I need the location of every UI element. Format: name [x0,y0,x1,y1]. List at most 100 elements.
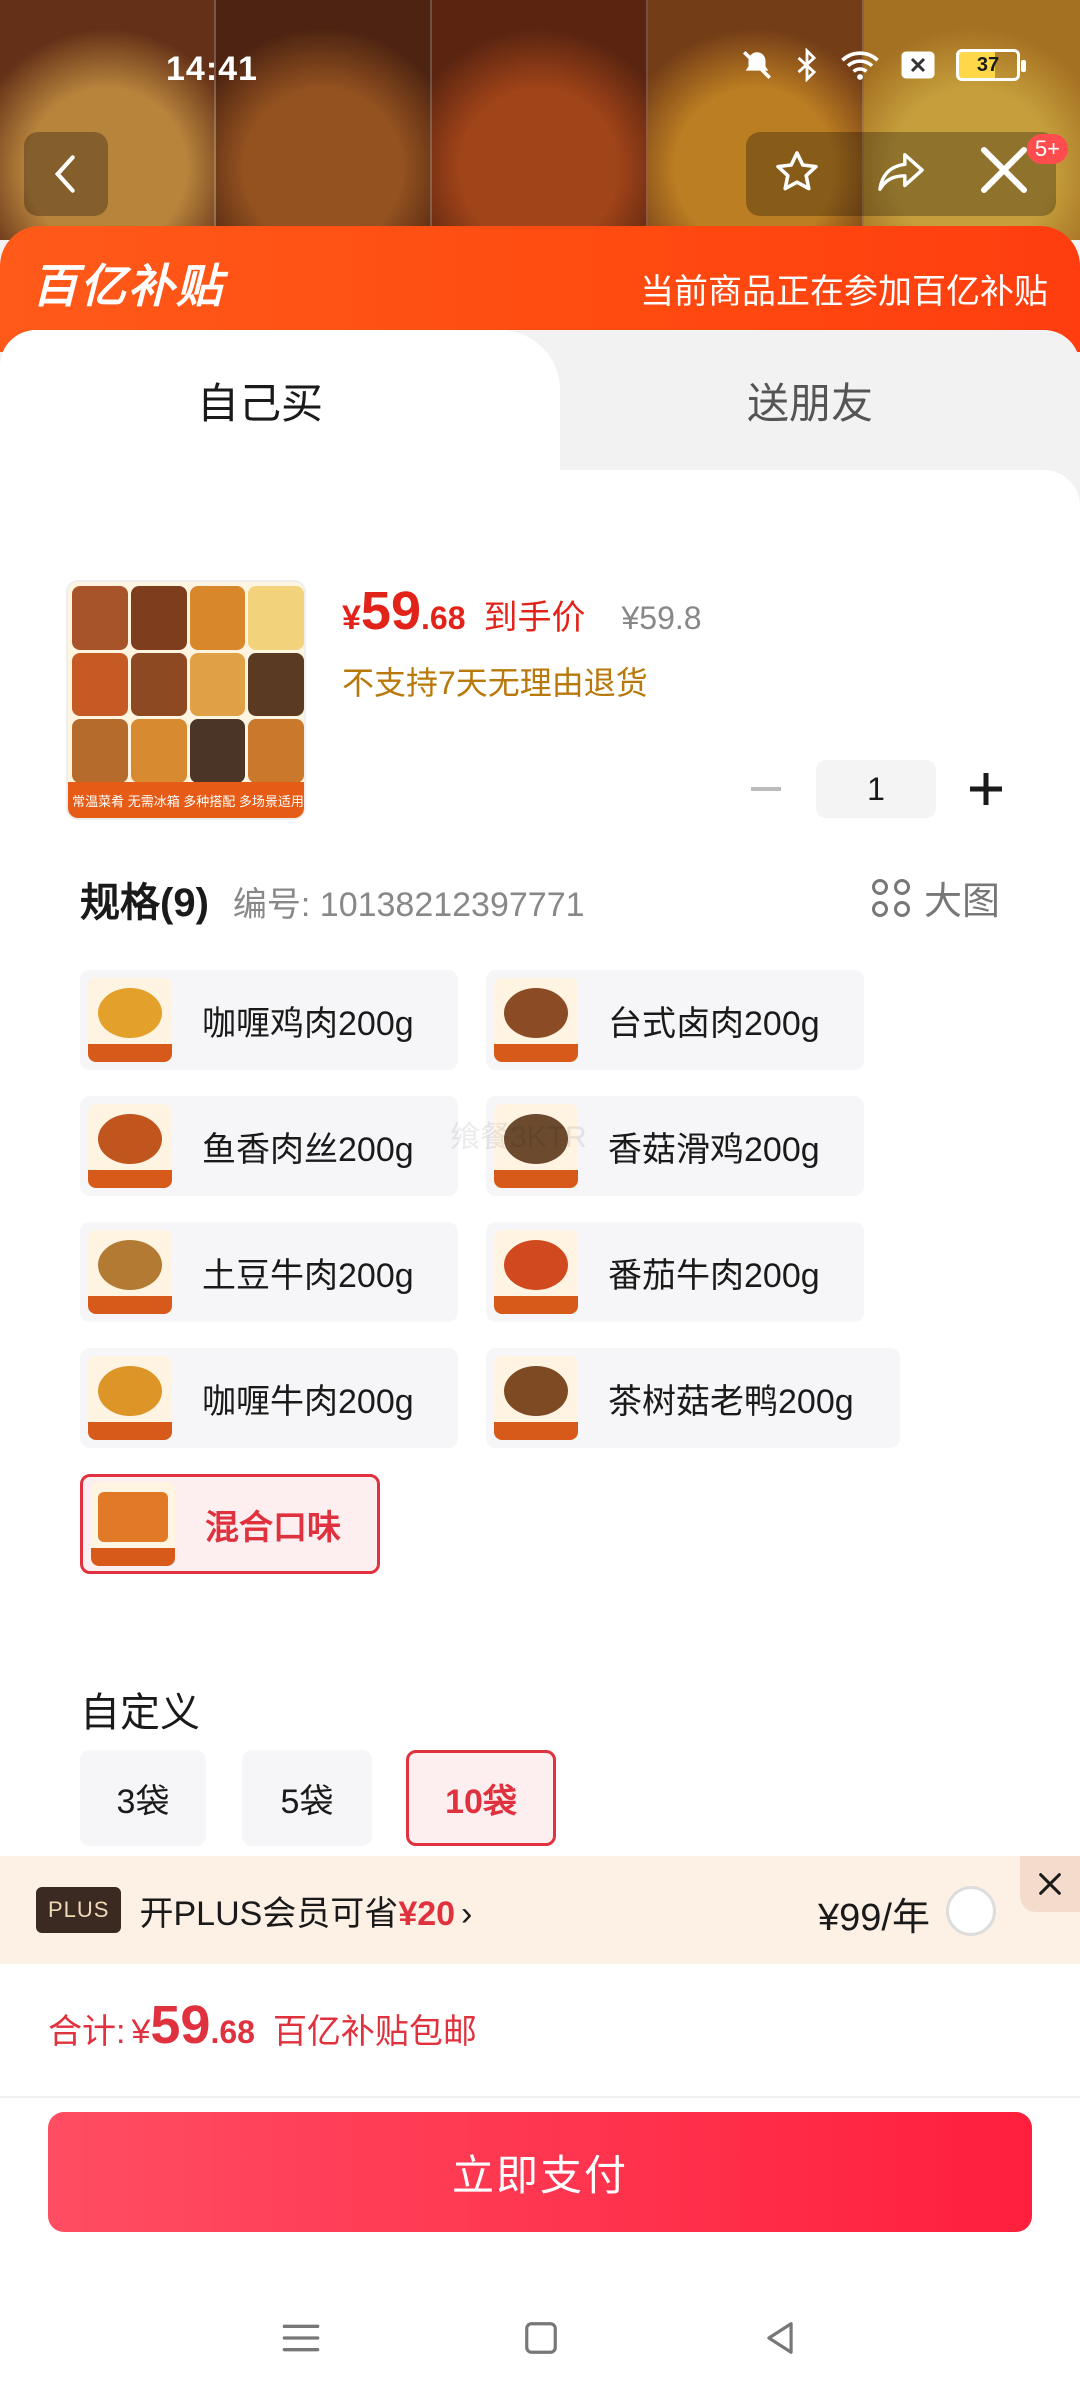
battery-icon: 37 [956,49,1026,81]
chevron-right-icon: › [461,1894,473,1933]
product-thumbnail-caption: 常温菜肴 无需冰箱 多种搭配 多场景适用 [68,782,304,818]
spec-option[interactable]: 咖喱牛肉200g [80,1348,458,1448]
close-icon [1039,1873,1061,1895]
menu-icon [282,2324,319,2351]
spec-option[interactable]: 土豆牛肉200g [80,1222,458,1322]
watermark: 飨餐3KTR [450,1121,587,1154]
spec-option[interactable]: 鱼香肉丝200g [80,1096,458,1196]
home-square-icon [525,2321,557,2354]
chip-label: 3袋 [116,1782,170,1821]
minus-icon [751,787,781,791]
purchase-tabs: 自己买 送朋友 [0,330,1080,470]
share-button[interactable] [876,149,926,200]
spec-option-thumbnail [88,1230,172,1314]
chevron-left-icon [54,155,75,193]
chip-label: 5袋 [280,1782,334,1821]
spec-option-label: 鱼香肉丝200g [202,1130,414,1169]
system-back-button[interactable] [761,2319,799,2362]
price-line: ¥ 59 .68 到手价 ¥59.8 [342,580,702,642]
plus-badge: PLUS [36,1887,122,1933]
quantity-decrease-button[interactable] [738,761,794,817]
mute-icon [740,48,774,82]
chip-label: 10袋 [445,1782,517,1821]
spec-option-label: 咖喱牛肉200g [202,1382,414,1421]
spec-option-label: 混合口味 [205,1508,341,1547]
grid-icon [871,878,910,917]
plus-select-radio[interactable] [946,1886,996,1936]
bag-count-chip-selected[interactable]: 10袋 [406,1750,556,1846]
spec-option-label: 香菇滑鸡200g [608,1130,820,1169]
total-decimal: .68 [210,2014,255,2050]
spec-option-label: 咖喱鸡肉200g [202,1004,414,1043]
quantity-stepper: 1 [738,760,1014,818]
menu-button[interactable] [281,2320,321,2361]
spec-option-selected[interactable]: 混合口味 [80,1474,380,1574]
tab-send-to-friend[interactable]: 送朋友 [540,330,1080,470]
status-time: 14:41 [166,50,258,88]
quantity-input[interactable]: 1 [816,760,936,818]
cart-badge: 5+ [1026,134,1068,164]
price-decimal: .68 [421,600,466,636]
spec-option-label: 番茄牛肉200g [608,1256,820,1295]
subsidy-banner-text: 当前商品正在参加百亿补贴 [640,273,1048,311]
plus-offer-text: 开PLUS会员可省¥20 › [139,1886,472,1935]
close-icon [981,147,1027,193]
spec-option-thumbnail [88,1104,172,1188]
spec-option[interactable]: 台式卤肉200g [486,970,864,1070]
sim-x-icon [900,50,936,80]
plus-offer-prefix: 开PLUS会员可省 [139,1894,399,1933]
sku-code: 编号: 10138212397771 [232,886,585,924]
spec-option-label: 土豆牛肉200g [202,1256,414,1295]
wifi-icon [840,49,880,81]
price-symbol: ¥ [342,599,361,637]
tab-buy-for-self[interactable]: 自己买 [0,330,560,470]
spec-option-thumbnail [494,978,578,1062]
star-icon [776,150,819,190]
tab-label: 送朋友 [746,379,873,427]
total-integer: 59 [150,1995,211,2055]
bag-count-chip[interactable]: 3袋 [80,1750,206,1846]
plus-saving: ¥20 [398,1894,456,1933]
home-button[interactable] [522,2319,560,2362]
plus-membership-bar[interactable]: PLUS 开PLUS会员可省¥20 › ¥99/年 [0,1856,1080,1964]
return-policy-note: 不支持7天无理由退货 [342,665,648,701]
plus-price: ¥99/年 [818,1897,930,1939]
status-bar: 14:41 37 [0,0,1080,140]
back-button[interactable] [24,132,108,216]
spec-option[interactable]: 茶树菇老鸭200g [486,1348,900,1448]
spec-option-label: 茶树菇老鸭200g [608,1382,854,1421]
price-integer: 59 [360,581,421,641]
spec-option-thumbnail [88,1356,172,1440]
spec-option-label: 台式卤肉200g [608,1004,820,1043]
spec-title: 规格(9) [80,881,209,925]
favorite-button[interactable] [773,148,821,201]
big-image-button[interactable]: 大图 [871,870,1000,925]
total-label: 合计: [48,2013,126,2051]
spec-header: 规格(9) 编号: 10138212397771 [80,870,585,928]
sheet-body: 常温菜肴 无需冰箱 多种搭配 多场景适用 ¥ 59 .68 到手价 ¥59.8 … [0,470,1080,1860]
spec-option[interactable]: 番茄牛肉200g [486,1222,864,1322]
divider [0,2096,1080,2098]
purchase-sheet: 自己买 送朋友 常温菜肴 无需冰箱 多种搭配 多场景适用 ¥ 59 .68 到手… [0,330,1080,1860]
product-thumbnail-grid [68,582,304,787]
bag-count-chip[interactable]: 5袋 [242,1750,372,1846]
plus-close-button[interactable] [1020,1856,1080,1912]
spec-option-thumbnail [91,1482,175,1566]
system-nav-bar [0,2280,1080,2400]
spec-option[interactable]: 咖喱鸡肉200g [80,970,458,1070]
close-button[interactable] [974,140,1034,205]
pay-now-button[interactable]: 立即支付 [48,2112,1032,2232]
price-tag: 到手价 [483,599,586,637]
spec-option-thumbnail [494,1356,578,1440]
original-price: ¥59.8 [621,600,702,636]
sku-card: 常温菜肴 无需冰箱 多种搭配 多场景适用 ¥ 59 .68 到手价 ¥59.8 … [30,530,1050,1860]
tab-label: 自己买 [196,379,323,427]
bluetooth-icon [794,48,820,82]
share-icon [878,152,924,191]
status-icons: 37 [740,48,1026,82]
spec-option-thumbnail [88,978,172,1062]
product-thumbnail[interactable]: 常温菜肴 无需冰箱 多种搭配 多场景适用 [66,580,306,820]
quantity-increase-button[interactable] [958,761,1014,817]
spec-option-thumbnail [494,1230,578,1314]
custom-title: 自定义 [80,1691,200,1735]
